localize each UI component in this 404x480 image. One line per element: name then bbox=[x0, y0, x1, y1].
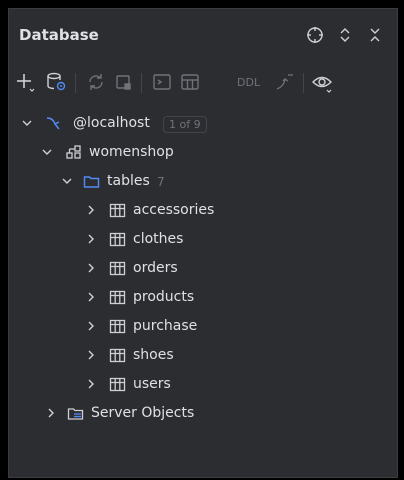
connection-label: @localhost bbox=[73, 115, 150, 131]
crosshair-icon[interactable] bbox=[305, 25, 325, 45]
data-source-properties-icon[interactable] bbox=[45, 71, 67, 93]
table-label: orders bbox=[133, 260, 178, 276]
chevron-right-icon[interactable] bbox=[85, 378, 97, 390]
tree-node-table[interactable]: products bbox=[9, 283, 397, 312]
table-icon bbox=[109, 376, 126, 393]
table-label: users bbox=[133, 376, 171, 392]
chevron-right-icon[interactable] bbox=[85, 291, 97, 303]
ddl-button[interactable]: DDL bbox=[237, 76, 260, 89]
table-label: shoes bbox=[133, 347, 174, 363]
tree-node-table[interactable]: purchase bbox=[9, 312, 397, 341]
toolbar: DDL bbox=[9, 67, 397, 99]
chevron-down-icon[interactable] bbox=[41, 146, 53, 158]
table-label: clothes bbox=[133, 231, 184, 247]
schema-icon bbox=[65, 144, 82, 161]
chevron-down-icon[interactable] bbox=[21, 117, 33, 129]
database-label: womenshop bbox=[89, 144, 174, 160]
table-editor-icon[interactable] bbox=[179, 71, 201, 93]
table-label: accessories bbox=[133, 202, 215, 218]
expand-collapse-icon[interactable] bbox=[335, 25, 355, 45]
view-options-icon[interactable] bbox=[311, 71, 333, 93]
tree-node-table[interactable]: orders bbox=[9, 254, 397, 283]
tree-node-table[interactable]: clothes bbox=[9, 225, 397, 254]
table-icon bbox=[109, 202, 126, 219]
tables-folder-label: tables bbox=[107, 173, 150, 189]
toolbar-separator bbox=[303, 73, 304, 93]
server-objects-label: Server Objects bbox=[91, 405, 195, 421]
chevron-right-icon[interactable] bbox=[45, 407, 57, 419]
table-label: products bbox=[133, 289, 195, 305]
tree-node-table[interactable]: accessories bbox=[9, 196, 397, 225]
tool-window-header: Database bbox=[9, 9, 397, 61]
chevron-right-icon[interactable] bbox=[85, 233, 97, 245]
tree-node-table[interactable]: shoes bbox=[9, 341, 397, 370]
table-icon bbox=[109, 289, 126, 306]
table-icon bbox=[109, 347, 126, 364]
tree-node-table[interactable]: users bbox=[9, 370, 397, 399]
chevron-down-icon[interactable] bbox=[61, 175, 73, 187]
add-icon[interactable] bbox=[15, 71, 37, 93]
server-objects-folder-icon bbox=[67, 405, 84, 422]
mysql-dolphin-icon bbox=[45, 115, 62, 132]
console-icon[interactable] bbox=[151, 71, 173, 93]
tree-node-database[interactable]: womenshop bbox=[9, 138, 397, 167]
tree-node-connection[interactable]: @localhost 1 of 9 bbox=[9, 109, 397, 138]
collapse-all-icon[interactable] bbox=[365, 25, 385, 45]
table-icon bbox=[109, 318, 126, 335]
table-label: purchase bbox=[133, 318, 198, 334]
tree-node-tables-folder[interactable]: tables 7 bbox=[9, 167, 397, 196]
chevron-right-icon[interactable] bbox=[85, 204, 97, 216]
toolbar-separator bbox=[141, 73, 142, 93]
tables-count: 7 bbox=[157, 175, 165, 189]
toolbar-separator bbox=[75, 73, 76, 93]
chevron-right-icon[interactable] bbox=[85, 262, 97, 274]
chevron-right-icon[interactable] bbox=[85, 349, 97, 361]
tree-node-server-objects[interactable]: Server Objects bbox=[9, 399, 397, 428]
table-icon bbox=[109, 231, 126, 248]
connection-badge: 1 of 9 bbox=[163, 116, 207, 133]
folder-icon bbox=[83, 173, 100, 190]
table-icon bbox=[109, 260, 126, 277]
database-tool-window: Database DDL @localhost 1 of 9 womenshop… bbox=[8, 8, 398, 478]
refresh-icon[interactable] bbox=[85, 71, 107, 93]
jump-to-source-icon[interactable] bbox=[273, 71, 295, 93]
stop-icon[interactable] bbox=[113, 71, 135, 93]
chevron-right-icon[interactable] bbox=[85, 320, 97, 332]
panel-title: Database bbox=[19, 26, 99, 44]
